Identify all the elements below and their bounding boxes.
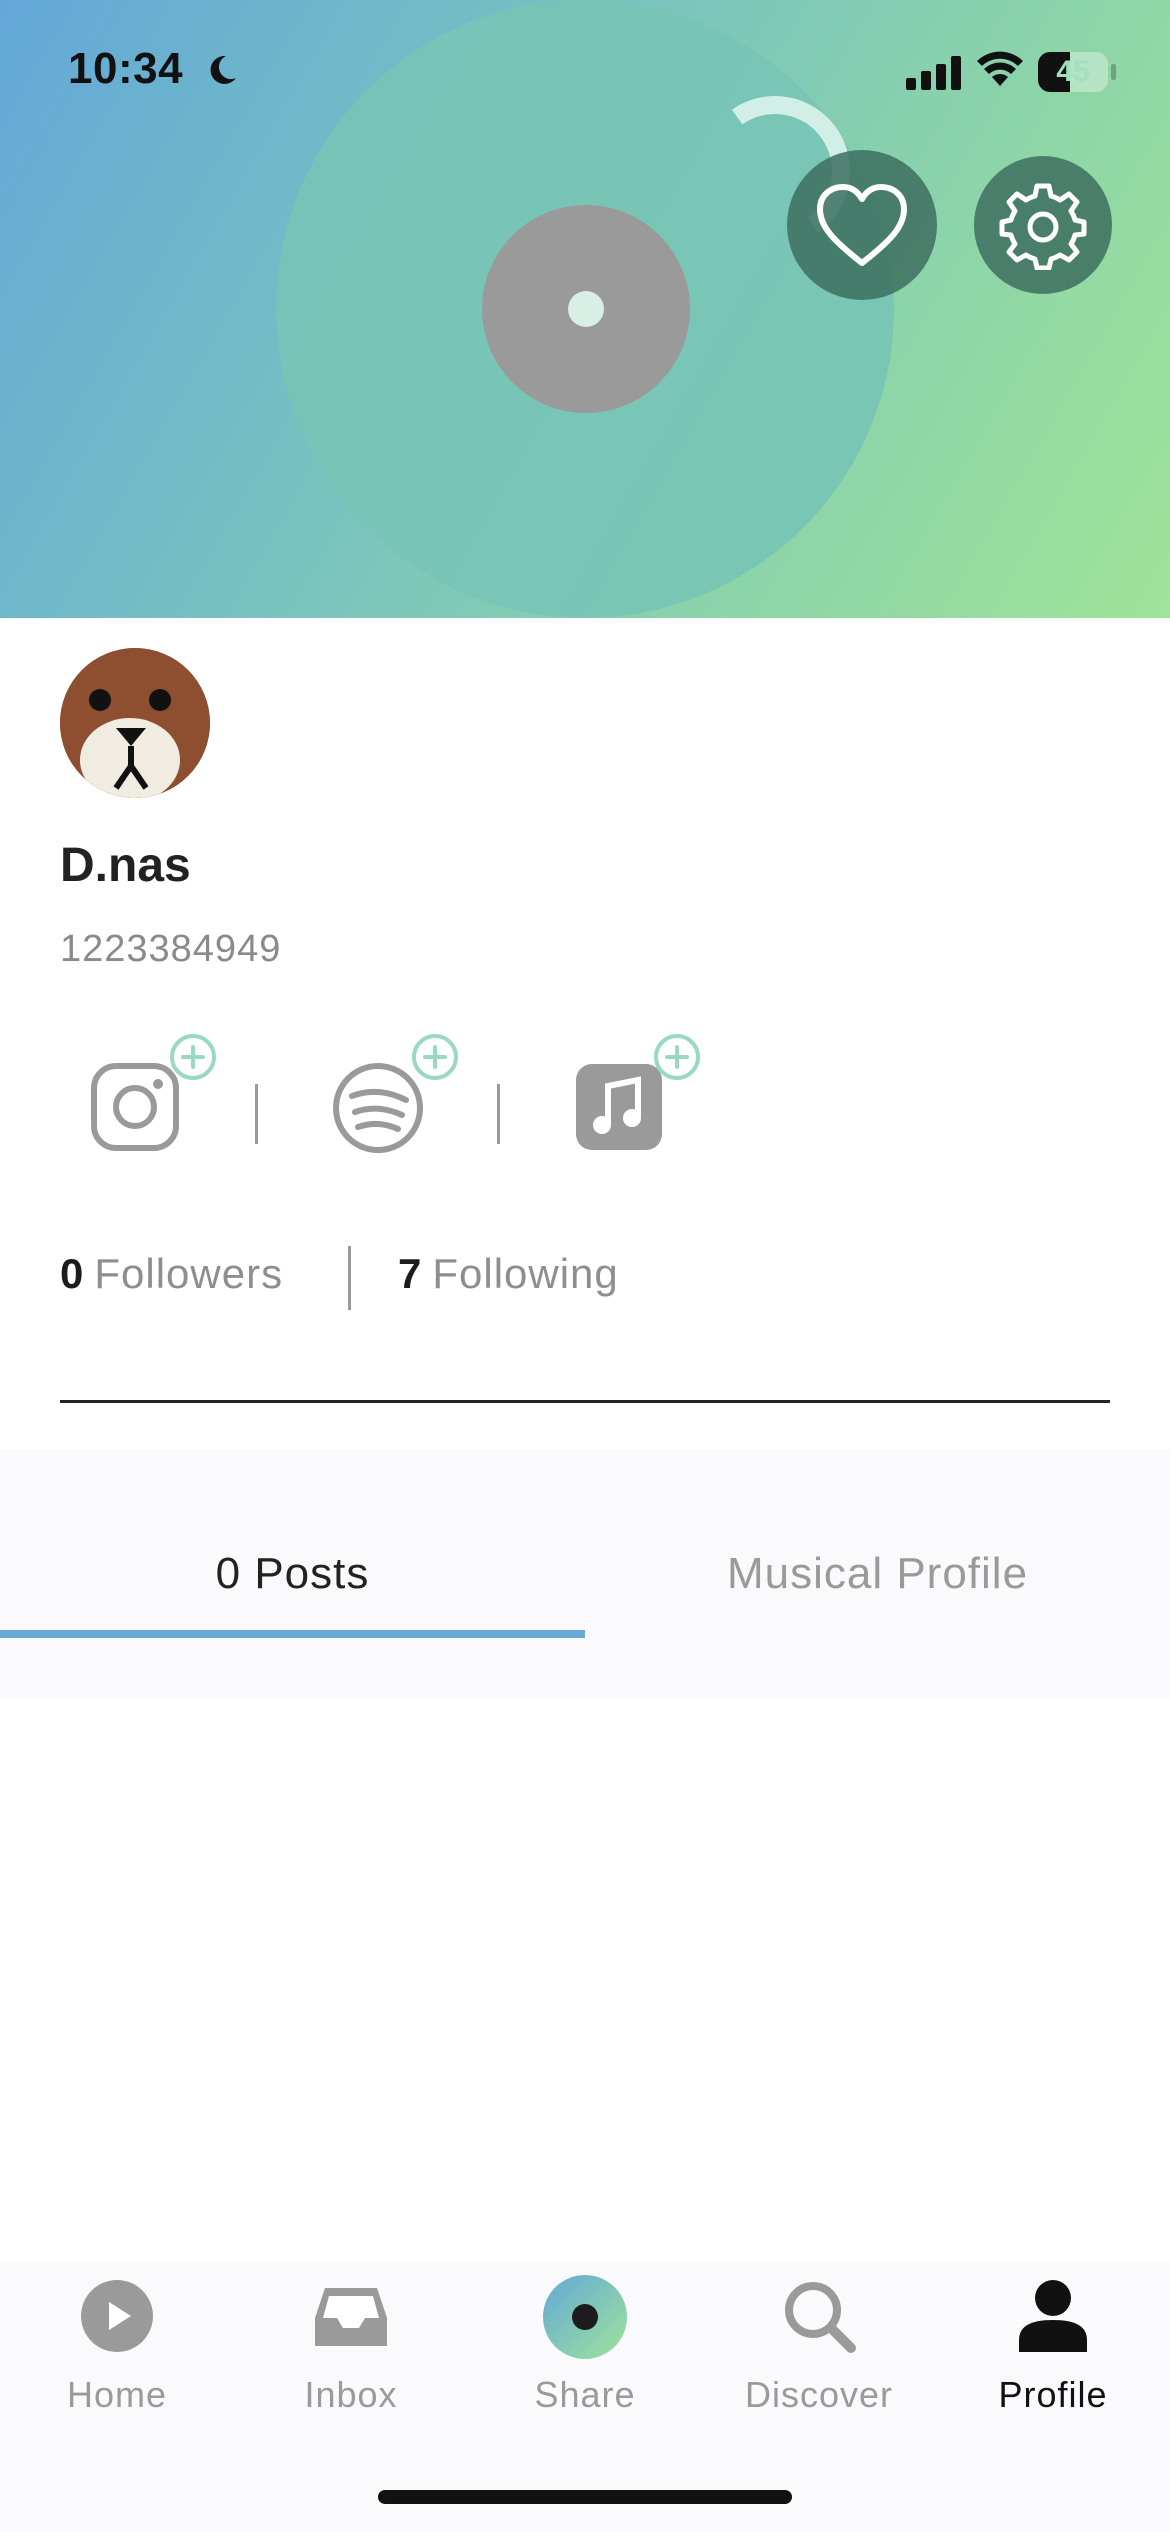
- search-icon: [785, 2282, 856, 2353]
- spotify-link-button[interactable]: [332, 1034, 458, 1160]
- settings-button[interactable]: [974, 156, 1112, 294]
- apple-music-link-button[interactable]: [574, 1034, 700, 1160]
- nav-discover[interactable]: Discover: [702, 2262, 936, 2462]
- add-plus-icon: [412, 1034, 458, 1080]
- following-count: 7: [398, 1250, 423, 1297]
- favorites-button[interactable]: [787, 150, 937, 300]
- battery-indicator: 45: [1038, 52, 1108, 92]
- active-tab-indicator: [0, 1630, 585, 1638]
- social-divider: [255, 1084, 258, 1144]
- followers-label: Followers: [94, 1250, 284, 1297]
- instagram-link-button[interactable]: [90, 1034, 216, 1160]
- play-icon: [81, 2280, 153, 2352]
- battery-percent: 45: [1056, 55, 1090, 88]
- add-plus-icon: [654, 1034, 700, 1080]
- gear-icon: [999, 183, 1087, 270]
- apple-music-icon: [576, 1064, 662, 1150]
- nav-label: Discover: [744, 2374, 894, 2415]
- nav-profile[interactable]: Profile: [936, 2262, 1170, 2462]
- social-divider: [497, 1084, 500, 1144]
- bear-avatar-image: [60, 648, 210, 798]
- inbox-icon: [315, 2288, 387, 2346]
- followers-link[interactable]: 0 Followers: [60, 1250, 283, 1298]
- avatar[interactable]: [60, 648, 210, 798]
- nav-inbox[interactable]: Inbox: [234, 2262, 468, 2462]
- followers-count: 0: [60, 1250, 85, 1297]
- profile-id: 1223384949: [60, 928, 282, 970]
- spotify-icon: [333, 1063, 423, 1153]
- status-time: 10:34: [68, 44, 184, 93]
- section-divider: [60, 1400, 1110, 1403]
- nav-share[interactable]: Share: [468, 2262, 702, 2462]
- profile-name: D.nas: [60, 839, 191, 892]
- status-bar: 10:34 45: [0, 0, 1170, 150]
- wifi-icon: [977, 51, 1023, 86]
- nav-label: Inbox: [304, 2374, 398, 2415]
- profile-tabs: 0 Posts Musical Profile: [0, 1450, 1170, 1698]
- cellular-signal-icon: [906, 56, 961, 90]
- heart-icon: [817, 184, 907, 266]
- following-link[interactable]: 7 Following: [398, 1250, 619, 1298]
- instagram-icon: [91, 1063, 179, 1151]
- nav-label: Profile: [998, 2374, 1108, 2415]
- tab-musical-profile[interactable]: Musical Profile: [585, 1450, 1170, 1698]
- nav-label: Share: [534, 2374, 636, 2415]
- person-icon: [1019, 2280, 1087, 2352]
- share-icon: [543, 2275, 627, 2359]
- add-plus-icon: [170, 1034, 216, 1080]
- moon-icon: [210, 55, 236, 84]
- vinyl-hole: [568, 291, 604, 327]
- nav-home[interactable]: Home: [0, 2262, 234, 2462]
- nav-label: Home: [66, 2374, 168, 2415]
- battery-tip: [1111, 64, 1116, 80]
- stats-divider: [348, 1246, 351, 1310]
- tab-posts[interactable]: 0 Posts: [0, 1450, 585, 1698]
- following-label: Following: [432, 1250, 619, 1297]
- home-indicator: [378, 2490, 792, 2504]
